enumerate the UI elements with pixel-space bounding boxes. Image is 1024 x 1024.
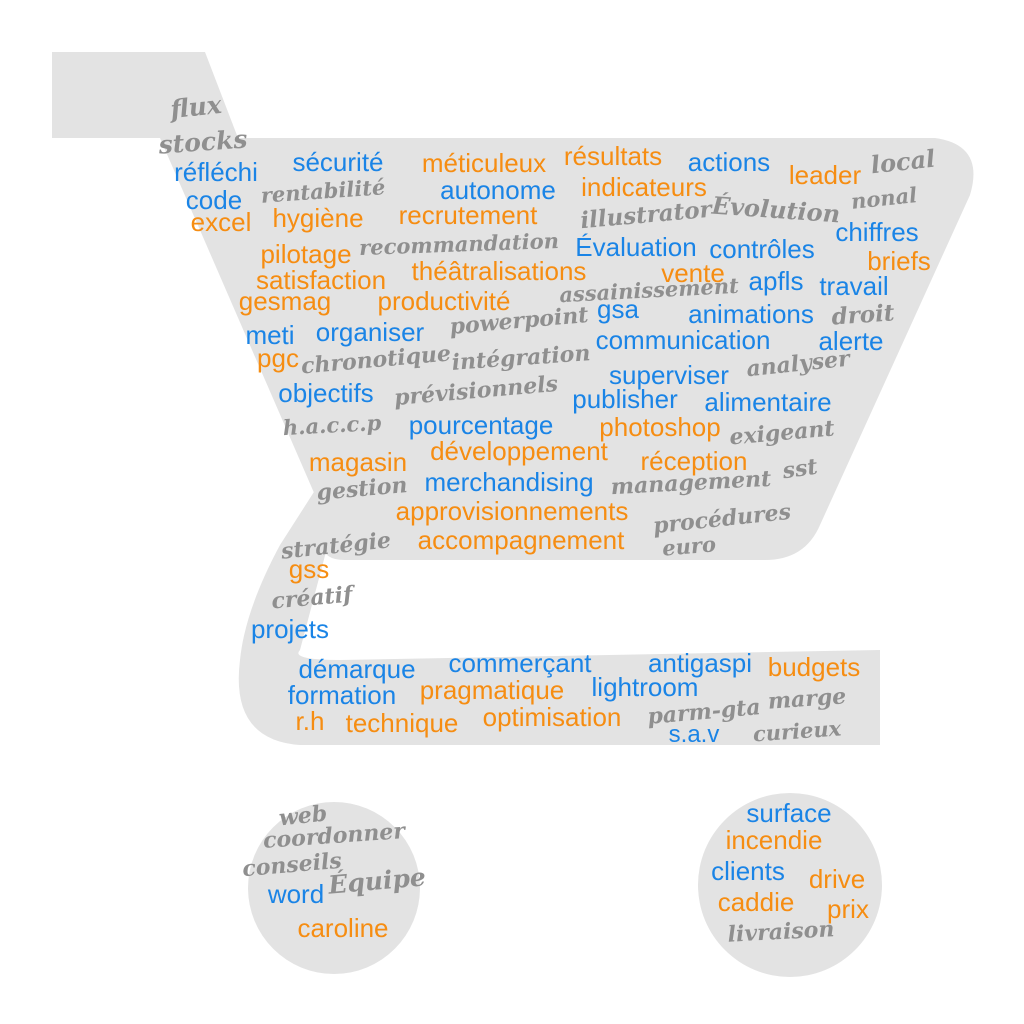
word-magasin: magasin [308,447,408,477]
word-demarque: démarque [298,654,416,684]
word-apfls: apfls [748,266,804,296]
word-alimentaire: alimentaire [704,387,832,417]
word-gss: gss [288,554,330,584]
word-euro: euro [661,531,717,561]
word-stocks: stocks [157,124,249,160]
word-sst: sst [780,453,820,485]
word-excel: excel [190,207,252,237]
word-publisher: publisher [572,384,678,414]
word-developpement: développement [430,436,608,466]
word-reflechi: réfléchi [174,157,258,187]
word-gesmag: gesmag [238,286,332,316]
word-hygiene: hygiène [272,203,364,233]
word-caddie: caddie [717,887,795,917]
word-nonal: nonal [849,182,919,214]
word-merchandising: merchandising [424,467,594,497]
word-leader: leader [788,160,862,190]
word-travail: travail [819,271,889,301]
word-marge: marge [766,683,848,715]
word-animations: animations [688,299,814,329]
word-recommandation: recommandation [358,228,560,260]
word-budgets: budgets [767,652,861,682]
word-accompagnement: accompagnement [417,525,625,555]
word-recrutement: recrutement [398,200,538,230]
word-theatralisations: théâtralisations [411,256,587,286]
word-communication: communication [595,325,771,355]
word-indicateurs: indicateurs [581,172,707,202]
word-securite: sécurité [292,147,384,177]
word-pragmatique: pragmatique [419,675,565,705]
word-formation: formation [287,680,397,710]
word-incendie: incendie [725,825,823,855]
word-evaluation: Évaluation [575,232,697,262]
word-haccp: h.a.c.c.p [282,409,382,441]
word-rh: r.h [295,706,325,736]
word-word: word [267,879,325,909]
word-photoshop: photoshop [599,412,721,442]
word-pilotage: pilotage [260,239,352,269]
word-approvisionnements: approvisionnements [395,496,629,526]
word-drive: drive [808,864,866,894]
word-flux: flux [168,89,224,125]
word-surface: surface [746,798,832,828]
word-technique: technique [345,708,459,738]
word-droit: droit [830,299,896,331]
word-lightroom: lightroom [591,672,699,702]
word-caroline: caroline [297,913,389,943]
word-commercant: commerçant [448,648,592,678]
word-creatif: créatif [270,581,354,615]
word-optimisation: optimisation [482,702,622,732]
word-gsa: gsa [597,294,639,324]
word-projets: projets [250,614,330,644]
word-clients: clients [711,856,785,886]
word-local: local [869,143,937,180]
word-meticuleux: méticuleux [421,148,547,178]
word-livraison: livraison [727,916,835,948]
word-cloud-canvas: flux stocks réfléchi sécurité méticuleux… [0,0,1024,1024]
word-objectifs: objectifs [278,378,374,408]
word-controles: contrôles [709,234,815,264]
word-curieux: curieux [752,715,842,747]
word-sav: s.a.v [668,721,720,748]
word-resultats: résultats [563,141,663,171]
word-pgc: pgc [257,343,299,373]
word-pourcentage: pourcentage [408,410,554,440]
word-organiser: organiser [315,317,425,347]
word-chiffres: chiffres [835,217,919,247]
